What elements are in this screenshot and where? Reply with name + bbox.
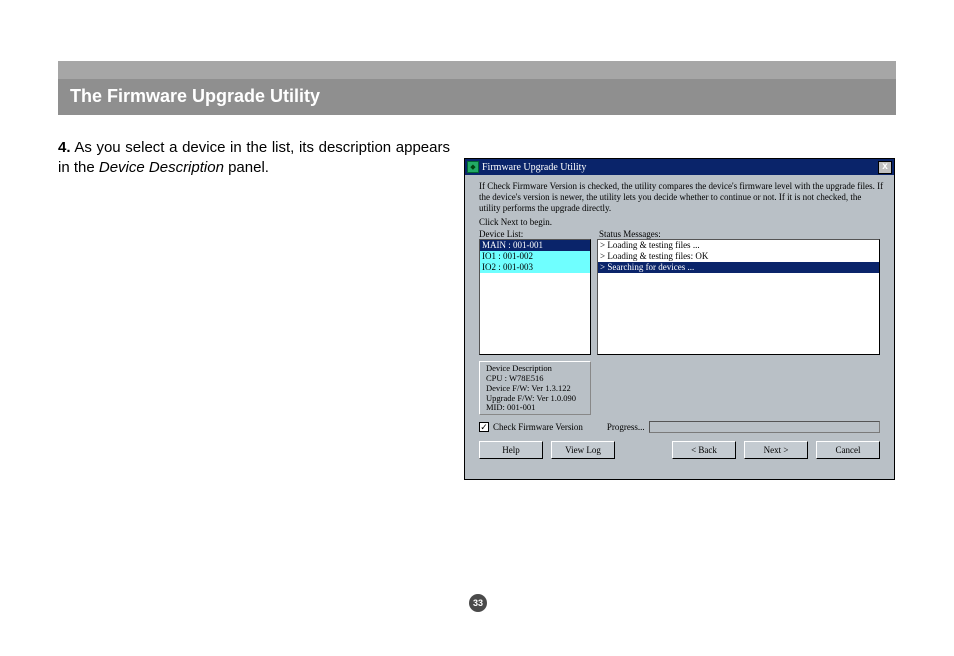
device-list-label: Device List: bbox=[479, 229, 599, 239]
view-log-button[interactable]: View Log bbox=[551, 441, 615, 459]
instruction-paragraph: 4. As you select a device in the list, i… bbox=[58, 138, 450, 179]
page-title: The Firmware Upgrade Utility bbox=[70, 86, 320, 107]
dialog-titlebar[interactable]: ◆ Firmware Upgrade Utility x bbox=[465, 159, 894, 175]
dialog-title: Firmware Upgrade Utility bbox=[482, 162, 878, 173]
back-button[interactable]: < Back bbox=[672, 441, 736, 459]
page-number-badge: 33 bbox=[469, 594, 487, 612]
device-list-item-main[interactable]: MAIN : 001-001 bbox=[480, 240, 590, 251]
header-banner: The Firmware Upgrade Utility bbox=[58, 61, 896, 115]
status-line: > Loading & testing files ... bbox=[598, 240, 879, 251]
next-button[interactable]: Next > bbox=[744, 441, 808, 459]
status-line: > Loading & testing files: OK bbox=[598, 251, 879, 262]
device-list-item-io2[interactable]: IO2 : 001-003 bbox=[480, 262, 590, 273]
check-firmware-label: Check Firmware Version bbox=[493, 422, 583, 432]
device-list[interactable]: MAIN : 001-001 IO1 : 001-002 IO2 : 001-0… bbox=[479, 239, 591, 355]
click-next-text: Click Next to begin. bbox=[465, 215, 894, 229]
device-list-item-io1[interactable]: IO1 : 001-002 bbox=[480, 251, 590, 262]
step-number: 4. bbox=[58, 139, 71, 156]
firmware-upgrade-dialog: ◆ Firmware Upgrade Utility x If Check Fi… bbox=[464, 158, 895, 480]
app-icon: ◆ bbox=[467, 161, 479, 173]
status-line-active: > Searching for devices ... bbox=[598, 262, 879, 273]
desc-mid: MID: 001-001 bbox=[486, 403, 584, 413]
status-messages-list[interactable]: > Loading & testing files ... > Loading … bbox=[597, 239, 880, 355]
progress-bar bbox=[649, 421, 880, 433]
help-button[interactable]: Help bbox=[479, 441, 543, 459]
body-text-b: panel. bbox=[224, 159, 269, 176]
progress-label: Progress... bbox=[607, 422, 645, 432]
device-description-panel: Device Description CPU : W78E516 Device … bbox=[479, 361, 591, 415]
dialog-instructions: If Check Firmware Version is checked, th… bbox=[465, 175, 894, 215]
status-messages-label: Status Messages: bbox=[599, 229, 880, 239]
cancel-button[interactable]: Cancel bbox=[816, 441, 880, 459]
device-description-term: Device Description bbox=[99, 159, 224, 176]
close-button[interactable]: x bbox=[878, 161, 892, 174]
check-firmware-checkbox[interactable]: ✓ bbox=[479, 422, 489, 432]
